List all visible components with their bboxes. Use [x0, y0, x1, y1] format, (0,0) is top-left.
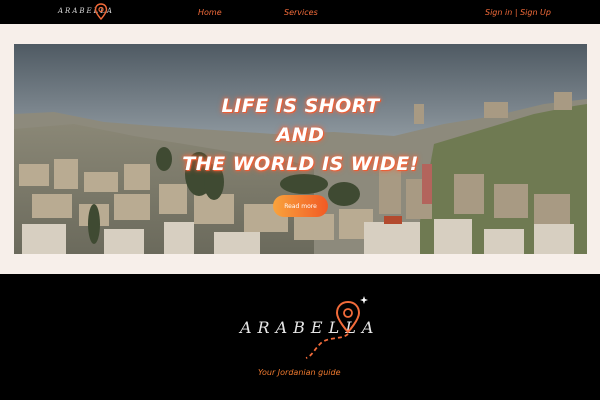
- nav-logo[interactable]: ARABELLA: [58, 3, 112, 21]
- map-pin-icon: [94, 3, 108, 21]
- hero-line-3: THE WORLD IS WIDE!: [182, 153, 419, 175]
- top-navbar: ARABELLA Home Services Sign in | Sign Up: [0, 0, 600, 24]
- sparkle-icon: [360, 296, 368, 304]
- read-more-button[interactable]: Read more: [273, 195, 328, 217]
- nav-signin-signup-link[interactable]: Sign in | Sign Up: [485, 8, 551, 17]
- hero-line-2: AND: [276, 124, 325, 146]
- hero-headline: LIFE IS SHORT AND THE WORLD IS WIDE!: [14, 92, 587, 179]
- footer: ARABELLA Your Jordanian guide: [0, 274, 600, 400]
- hero-frame: LIFE IS SHORT AND THE WORLD IS WIDE! Rea…: [0, 24, 600, 274]
- nav-home-link[interactable]: Home: [198, 8, 222, 17]
- hero-banner: LIFE IS SHORT AND THE WORLD IS WIDE! Rea…: [14, 44, 587, 254]
- hero-line-1: LIFE IS SHORT: [221, 95, 380, 117]
- nav-services-link[interactable]: Services: [284, 8, 318, 17]
- footer-tagline: Your Jordanian guide: [258, 368, 341, 377]
- dashed-route-icon: [305, 333, 349, 359]
- map-pin-icon: [305, 296, 368, 359]
